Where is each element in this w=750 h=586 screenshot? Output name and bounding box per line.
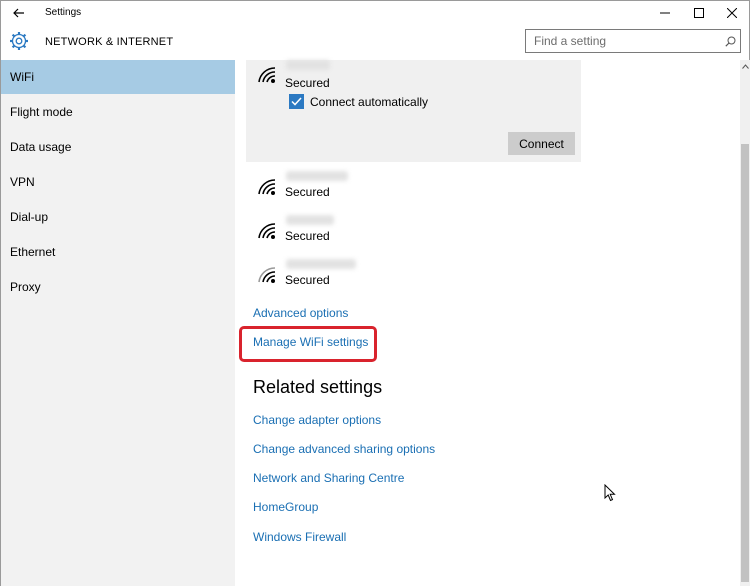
sidebar: WiFi Flight mode Data usage VPN Dial-up … xyxy=(1,60,235,586)
network-sharing-centre-link[interactable]: Network and Sharing Centre xyxy=(253,471,404,485)
sidebar-item-label: Data usage xyxy=(10,140,72,154)
homegroup-link[interactable]: HomeGroup xyxy=(253,500,318,514)
checkmark-icon xyxy=(291,97,302,106)
sidebar-item-flight-mode[interactable]: Flight mode xyxy=(1,95,235,129)
wifi-icon xyxy=(258,67,276,83)
page-title: NETWORK & INTERNET xyxy=(45,36,174,48)
connect-automatically-label: Connect automatically xyxy=(310,95,429,109)
settings-window: Settings NETWORK & INTERNET Find a setti… xyxy=(0,0,750,586)
maximize-button[interactable] xyxy=(682,1,716,25)
back-button[interactable] xyxy=(5,1,33,25)
mouse-cursor-icon xyxy=(604,484,616,502)
sidebar-item-label: Proxy xyxy=(10,280,41,294)
network-status: Secured xyxy=(285,229,330,243)
scroll-up-button[interactable] xyxy=(740,60,750,72)
wifi-icon xyxy=(258,267,276,283)
sidebar-item-dial-up[interactable]: Dial-up xyxy=(1,200,235,234)
content-pane: Secured Connect automatically Connect Se… xyxy=(235,60,740,586)
related-settings-heading: Related settings xyxy=(253,377,383,397)
network-status: Secured xyxy=(285,76,330,90)
sidebar-item-vpn[interactable]: VPN xyxy=(1,165,235,199)
network-name-redacted xyxy=(286,60,330,70)
sidebar-item-label: WiFi xyxy=(10,70,34,84)
scrollbar[interactable] xyxy=(740,60,750,586)
minimize-icon xyxy=(660,12,670,14)
network-name-redacted xyxy=(286,215,334,225)
network-status: Secured xyxy=(285,185,330,199)
change-advanced-sharing-link[interactable]: Change advanced sharing options xyxy=(253,442,435,456)
scrollbar-thumb[interactable] xyxy=(741,144,749,582)
sidebar-item-label: VPN xyxy=(10,175,35,189)
sidebar-item-ethernet[interactable]: Ethernet xyxy=(1,235,235,269)
close-icon xyxy=(727,8,737,18)
search-input[interactable] xyxy=(526,31,720,51)
maximize-icon xyxy=(694,8,704,18)
page-header: NETWORK & INTERNET xyxy=(1,25,749,61)
minimize-button[interactable] xyxy=(648,1,682,25)
gear-icon xyxy=(10,32,28,50)
chevron-up-icon xyxy=(741,63,749,69)
advanced-options-link[interactable]: Advanced options xyxy=(253,306,348,320)
network-name-redacted xyxy=(286,259,356,269)
search-icon[interactable] xyxy=(720,31,740,51)
sidebar-item-label: Ethernet xyxy=(10,245,56,259)
title-bar: Settings xyxy=(1,1,749,25)
sidebar-item-label: Flight mode xyxy=(10,105,73,119)
back-arrow-icon xyxy=(13,8,24,18)
selected-network-card[interactable]: Secured Connect automatically Connect xyxy=(246,60,581,162)
windows-firewall-link[interactable]: Windows Firewall xyxy=(253,530,346,544)
close-button[interactable] xyxy=(715,1,749,25)
network-name-redacted xyxy=(286,171,348,181)
connect-button[interactable]: Connect xyxy=(508,132,575,155)
search-box[interactable] xyxy=(525,29,741,53)
manage-wifi-settings-link[interactable]: Manage WiFi settings xyxy=(253,335,368,349)
connect-automatically-checkbox[interactable] xyxy=(289,94,304,109)
sidebar-item-wifi[interactable]: WiFi xyxy=(1,60,235,94)
sidebar-item-label: Dial-up xyxy=(10,210,49,224)
wifi-icon xyxy=(258,223,276,239)
change-adapter-options-link[interactable]: Change adapter options xyxy=(253,413,381,427)
network-status: Secured xyxy=(285,273,330,287)
sidebar-item-proxy[interactable]: Proxy xyxy=(1,270,235,304)
window-title: Settings xyxy=(45,7,82,18)
sidebar-item-data-usage[interactable]: Data usage xyxy=(1,130,235,164)
wifi-icon xyxy=(258,179,276,195)
